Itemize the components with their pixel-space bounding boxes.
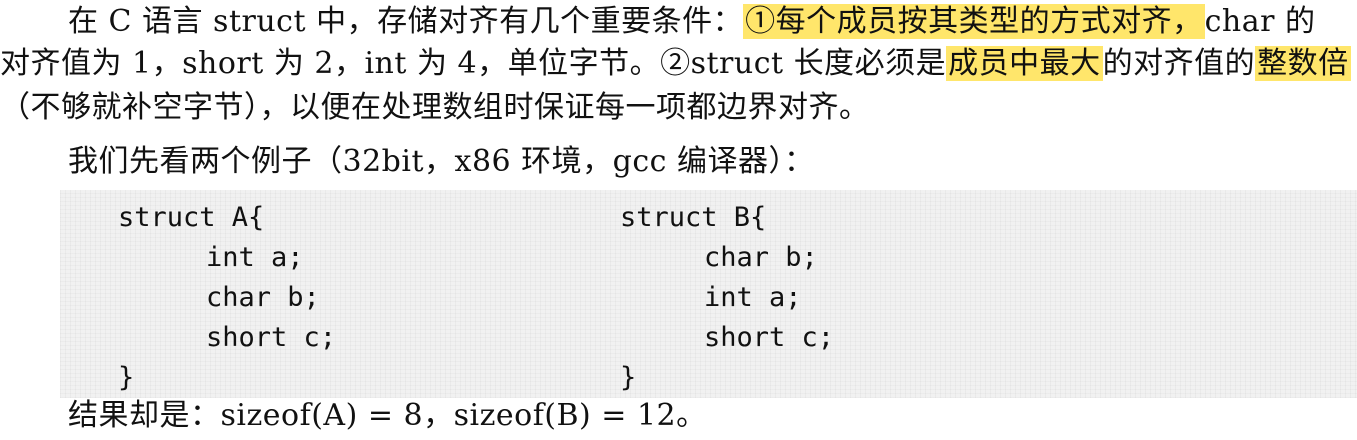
struct-b-line: short c; (704, 322, 835, 353)
paragraph-line-1: 在 C 语言 struct 中，存储对齐有几个重要条件：①每个成员按其类型的方式… (68, 2, 1315, 42)
intro-text: 我们先看两个例子（32bit，x86 环境，gcc 编译器）： (68, 144, 815, 179)
struct-a-close: } (118, 362, 135, 393)
struct-b-line: int a; (704, 282, 802, 313)
line2-text: 对齐值为 1，short 为 2，int 为 4，单位字节。②struct 长度… (0, 46, 947, 81)
struct-b-header: struct B{ (620, 202, 767, 233)
struct-b-close: } (620, 362, 637, 393)
struct-a-line: short c; (206, 322, 337, 353)
struct-a-line: int a; (206, 242, 304, 273)
paragraph-line-3: （不够就补空字节），以便在处理数组时保证每一项都边界对齐。 (0, 90, 870, 125)
struct-a-line: char b; (206, 282, 320, 313)
struct-b-line: char b; (704, 242, 818, 273)
highlight-member-alignment: ①每个成员按其类型的方式对齐， (743, 4, 1205, 39)
struct-a-header: struct A{ (118, 202, 265, 233)
line1-text: 在 C 语言 struct 中，存储对齐有几个重要条件： (68, 4, 744, 39)
result-text: 结果却是：sizeof(A) = 8，sizeof(B) = 12。 (68, 398, 707, 433)
line2-mid: 的对齐值的 (1102, 46, 1256, 81)
highlight-largest-member: 成员中最大 (946, 46, 1103, 81)
paragraph-line-2: 对齐值为 1，short 为 2，int 为 4，单位字节。②struct 长度… (0, 44, 1351, 84)
highlight-integer-multiple: 整数倍 (1255, 46, 1351, 81)
line1-tail: char 的 (1204, 4, 1316, 39)
